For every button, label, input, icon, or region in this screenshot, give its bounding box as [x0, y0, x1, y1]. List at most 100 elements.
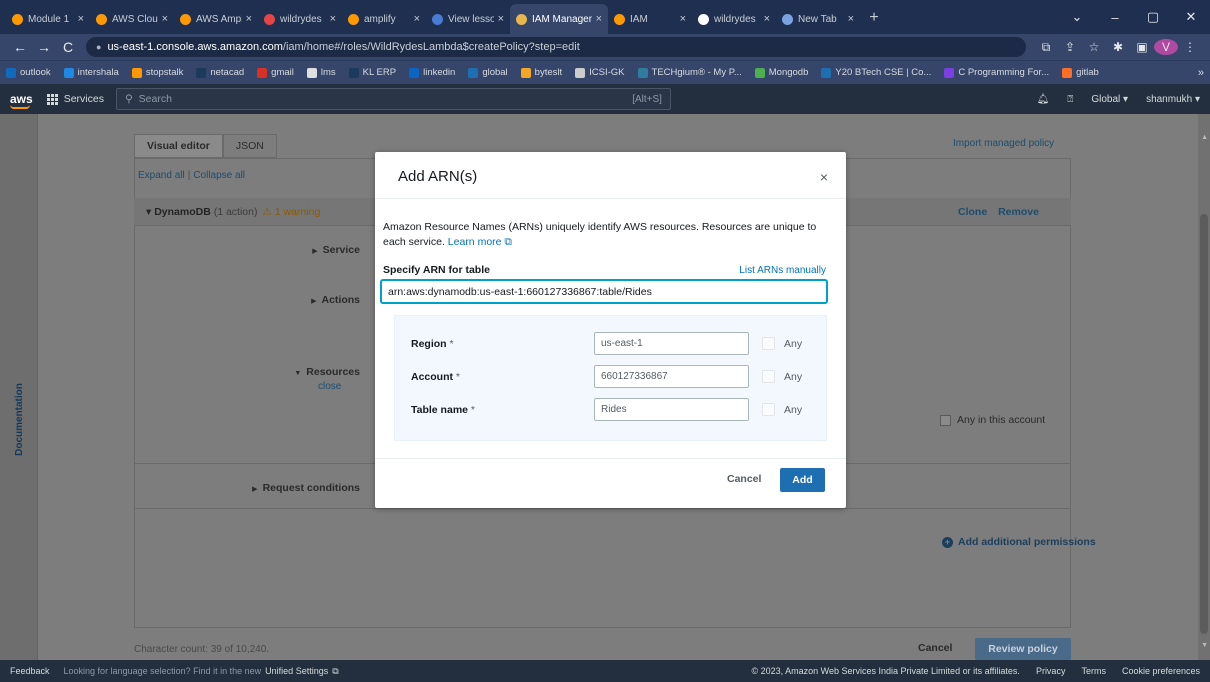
bookmark-item[interactable]: Y20 BTech CSE | Co... — [821, 67, 931, 78]
remove-link[interactable]: Remove — [998, 206, 1039, 218]
region-selector[interactable]: Global ▾ — [1091, 94, 1128, 105]
tab-close-icon[interactable]: × — [498, 13, 504, 25]
collapse-all-link[interactable]: Collapse all — [193, 170, 245, 181]
bookmark-item[interactable]: stopstalk — [131, 67, 183, 78]
bookmark-item[interactable]: TECHgium® - My P... — [637, 67, 742, 78]
any-in-account-option[interactable]: Any in this account — [940, 414, 1045, 426]
bookmark-item[interactable]: outlook — [6, 67, 51, 78]
browser-tab[interactable]: wildrydes × — [692, 4, 776, 34]
browser-tab[interactable]: wildrydes × — [258, 4, 342, 34]
bookmark-item[interactable]: lms — [306, 67, 336, 78]
cookie-preferences-link[interactable]: Cookie preferences — [1122, 666, 1200, 676]
arn-input[interactable] — [381, 280, 827, 303]
tab-close-icon[interactable]: × — [680, 13, 686, 25]
bookmark-item[interactable]: ICSI-GK — [575, 67, 625, 78]
close-icon[interactable]: × — [820, 169, 828, 185]
translate-icon[interactable]: ⧉ — [1034, 40, 1058, 55]
tab-close-icon[interactable]: × — [848, 13, 854, 25]
region-any-option[interactable]: Any — [762, 337, 802, 350]
terms-link[interactable]: Terms — [1081, 666, 1106, 676]
account-any-checkbox[interactable] — [762, 370, 775, 383]
account-input[interactable] — [594, 365, 749, 388]
table-name-any-option[interactable]: Any — [762, 403, 802, 416]
maximize-button[interactable]: ▢ — [1134, 9, 1172, 25]
scroll-thumb[interactable] — [1200, 214, 1208, 634]
sidepanel-icon[interactable]: ▣ — [1130, 40, 1154, 54]
modal-cancel-button[interactable]: Cancel — [727, 473, 761, 485]
tab-visual-editor[interactable]: Visual editor — [134, 134, 223, 158]
aws-logo[interactable]: aws — [10, 92, 33, 109]
collapse-chevron-icon[interactable]: ▾ — [146, 206, 151, 218]
share-icon[interactable]: ⇪ — [1058, 40, 1082, 54]
bookmark-item[interactable]: gitlab — [1062, 67, 1099, 78]
extensions-icon[interactable]: ✱ — [1106, 40, 1130, 54]
bookmark-star-icon[interactable]: ☆ — [1082, 40, 1106, 54]
services-menu[interactable]: Services — [46, 93, 104, 105]
expand-all-link[interactable]: Expand all — [138, 170, 185, 181]
learn-more-link[interactable]: Learn more ⧉ — [448, 236, 512, 248]
close-window-button[interactable]: ✕ — [1172, 9, 1210, 25]
scroll-up-icon[interactable]: ▲ — [1201, 134, 1208, 141]
account-menu[interactable]: shanmukh ▾ — [1146, 94, 1200, 105]
tab-close-icon[interactable]: × — [414, 13, 420, 25]
resources-close-link[interactable]: close — [318, 381, 341, 392]
documentation-label[interactable]: Documentation — [14, 383, 25, 456]
scroll-down-icon[interactable]: ▼ — [1201, 642, 1208, 649]
back-icon[interactable]: ← — [8, 39, 32, 55]
browser-tab[interactable]: IAM Management × — [510, 4, 608, 34]
browser-tab[interactable]: View lesson × — [426, 4, 510, 34]
menu-icon[interactable]: ⋮ — [1178, 40, 1202, 54]
tab-close-icon[interactable]: × — [596, 13, 602, 25]
table-name-input[interactable] — [594, 398, 749, 421]
bookmark-item[interactable]: global — [468, 67, 508, 78]
forward-icon[interactable]: → — [32, 39, 56, 55]
bookmark-item[interactable]: KL ERP — [348, 67, 396, 78]
list-arns-manually-link[interactable]: List ARNs manually — [739, 265, 826, 276]
row-actions[interactable]: ▶ Actions — [230, 294, 360, 306]
bookmark-item[interactable]: linkedin — [409, 67, 455, 78]
tab-search-icon[interactable]: ⌄ — [1058, 9, 1096, 25]
url-field[interactable]: ● us-east-1.console.aws.amazon.com /iam/… — [86, 37, 1026, 57]
aws-search-input[interactable]: ⚲ Search [Alt+S] — [115, 88, 671, 110]
cancel-button[interactable]: Cancel — [918, 642, 952, 654]
browser-tab[interactable]: IAM × — [608, 4, 692, 34]
row-request-conditions[interactable]: ▶ Request conditions — [230, 482, 360, 494]
minimize-button[interactable]: – — [1096, 10, 1134, 25]
tab-close-icon[interactable]: × — [764, 13, 770, 25]
bookmark-item[interactable]: C Programming For... — [944, 67, 1049, 78]
modal-add-button[interactable]: Add — [780, 468, 825, 492]
import-managed-policy-link[interactable]: Import managed policy — [953, 138, 1054, 149]
tab-close-icon[interactable]: × — [330, 13, 336, 25]
bookmark-item[interactable]: gmail — [257, 67, 294, 78]
warning-badge[interactable]: ⚠ 1 warning — [262, 206, 320, 218]
region-any-checkbox[interactable] — [762, 337, 775, 350]
add-additional-permissions-button[interactable]: + Add additional permissions — [942, 536, 1096, 548]
help-icon[interactable]: ⍰ — [1067, 94, 1073, 105]
browser-tab[interactable]: AWS Amplify × — [174, 4, 258, 34]
bookmark-item[interactable]: netacad — [196, 67, 244, 78]
any-in-account-checkbox[interactable] — [940, 414, 951, 426]
reload-icon[interactable]: C — [56, 39, 80, 55]
unified-settings-link[interactable]: Unified Settings — [265, 666, 328, 676]
bookmark-item[interactable]: Mongodb — [754, 67, 808, 78]
notifications-icon[interactable]: 🔔︎ — [1037, 94, 1050, 105]
browser-tab[interactable]: Module 1 × — [6, 4, 90, 34]
clone-link[interactable]: Clone — [958, 206, 987, 218]
profile-avatar[interactable]: V — [1154, 39, 1178, 55]
row-resources[interactable]: ▼ Resources — [230, 366, 360, 378]
tab-json[interactable]: JSON — [222, 134, 277, 158]
row-service[interactable]: ▶ Service — [230, 244, 360, 256]
browser-tab[interactable]: AWS Cloud × — [90, 4, 174, 34]
browser-tab[interactable]: amplify × — [342, 4, 426, 34]
feedback-link[interactable]: Feedback — [10, 666, 50, 676]
region-input[interactable] — [594, 332, 749, 355]
account-any-option[interactable]: Any — [762, 370, 802, 383]
bookmark-item[interactable]: byteslt — [520, 67, 562, 78]
browser-tab[interactable]: New Tab × — [776, 4, 860, 34]
privacy-link[interactable]: Privacy — [1036, 666, 1066, 676]
review-policy-button[interactable]: Review policy — [975, 638, 1071, 660]
table-name-any-checkbox[interactable] — [762, 403, 775, 416]
tab-close-icon[interactable]: × — [162, 13, 168, 25]
page-scrollbar[interactable]: ▲ ▼ — [1198, 114, 1210, 660]
tab-close-icon[interactable]: × — [246, 13, 252, 25]
